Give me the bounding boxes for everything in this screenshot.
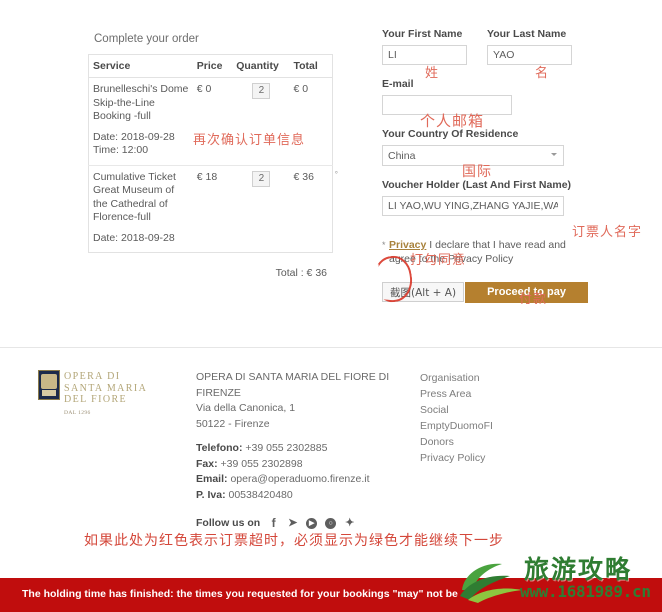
footer-link-privacy-policy[interactable]: Privacy Policy <box>420 450 493 466</box>
annotation-voucher: 订票人名字 <box>572 225 643 240</box>
annotation-last-name: 名 <box>535 66 550 81</box>
table-row: Cumulative Ticket Great Museum of the Ca… <box>88 164 338 253</box>
column-header-price: Price <box>192 54 233 78</box>
annotation-first-name: 姓 <box>425 66 440 81</box>
order-table: Service Price Quantity Total Brunellesch… <box>88 54 338 253</box>
annotation-country: 国际 <box>462 164 492 180</box>
row-total-value: € 0 <box>293 83 309 95</box>
column-header-quantity: Quantity <box>232 54 290 78</box>
annotation-confirm-order: 再次确认订单信息 <box>193 133 306 148</box>
footer-org-line-2: FIRENZE <box>196 386 241 399</box>
opera-duomo-logo: OPERA DI SANTA MARIA DEL FIORE DAL 1296 <box>38 370 147 419</box>
cell-service: Cumulative Ticket Great Museum of the Ca… <box>88 164 193 253</box>
cell-total: € 36 ° <box>289 164 338 253</box>
facebook-icon[interactable]: f <box>268 517 279 529</box>
table-header-row: Service Price Quantity Total <box>88 54 333 78</box>
annotation-pay: 付款 <box>519 292 548 307</box>
quantity-stepper[interactable]: 2 <box>252 83 271 99</box>
footer-links-list: Organisation Press Area Social EmptyDuom… <box>420 370 493 466</box>
footer-email-label: Email: <box>196 473 228 485</box>
column-header-service: Service <box>88 54 193 78</box>
country-group: Your Country Of Residence China <box>382 128 632 166</box>
footer-link-organisation[interactable]: Organisation <box>420 370 493 386</box>
table-row: Brunelleschi's Dome Skip-the-Line Bookin… <box>89 78 333 166</box>
annotation-privacy: 打勾同意 <box>410 253 467 268</box>
required-asterisk: * <box>382 240 386 250</box>
footer-fax-label: Fax: <box>196 457 218 470</box>
footer-fax-value: +39 055 2302898 <box>220 457 303 470</box>
service-date: Date: 2018-09-28 <box>93 231 175 244</box>
brand-line-2: SANTA MARIA <box>64 382 148 394</box>
footer-link-emptyduomofi[interactable]: EmptyDuomoFI <box>420 418 493 434</box>
youtube-icon[interactable]: ▶ <box>306 518 318 530</box>
holding-time-alert-banner: The holding time has finished: the times… <box>0 578 662 612</box>
footer-email-row: Email: opera@operaduomo.firenze.it <box>196 472 396 488</box>
cell-quantity: 2 <box>232 78 289 166</box>
pay-row: 截图(Alt + A) Proceed to pay <box>382 282 632 304</box>
last-name-group: Your Last Name <box>487 28 572 65</box>
footer-link-social[interactable]: Social <box>420 402 493 418</box>
service-name: Brunelleschi's Dome Skip-the-Line Bookin… <box>93 83 189 122</box>
cell-price: € 0 <box>196 83 212 95</box>
footer-address: Via della Canonica, 1 <box>196 402 296 414</box>
cell-quantity: 2 <box>232 164 290 253</box>
last-name-field[interactable] <box>487 45 572 65</box>
cell-service: Brunelleschi's Dome Skip-the-Line Bookin… <box>89 78 193 166</box>
row-total-value: € 36 <box>293 170 314 183</box>
voucher-holder-field[interactable] <box>382 196 564 216</box>
footer-email-value[interactable]: opera@operaduomo.firenze.it <box>230 473 369 485</box>
footer-fax-row: Fax: +39 055 2302898 <box>196 457 396 473</box>
footer-vat-value: 00538420480 <box>228 488 293 501</box>
email-label: E-mail <box>382 78 414 90</box>
voucher-label: Voucher Holder (Last And First Name) <box>382 179 572 191</box>
footer-phone-label: Telefono: <box>196 442 243 454</box>
twitter-icon[interactable]: ➤ <box>287 518 298 529</box>
quantity-stepper[interactable]: 2 <box>252 170 271 187</box>
flickr-icon[interactable]: ✦ <box>344 518 355 529</box>
cell-price: € 18 <box>192 164 233 253</box>
footer-link-donors[interactable]: Donors <box>420 434 493 450</box>
first-name-label: Your First Name <box>382 28 463 40</box>
order-grand-total: Total : € 36 <box>275 267 327 279</box>
cell-total: € 0 <box>289 78 332 166</box>
column-header-total: Total <box>289 54 333 78</box>
holding-time-alert-text: The holding time has finished: the times… <box>22 588 458 600</box>
brand-line-3: DEL FIORE <box>64 394 128 405</box>
footer-contact-block: OPERA DI SANTA MARIA DEL FIORE DI FIRENZ… <box>196 370 396 532</box>
brand-wordmark: OPERA DI SANTA MARIA DEL FIORE DAL 1296 <box>64 370 147 419</box>
brand-since-year: DAL 1296 <box>64 409 91 416</box>
brand-line-1: OPERA DI <box>64 371 121 382</box>
footer-phone-row: Telefono: +39 055 2302885 <box>196 441 396 457</box>
order-summary-title: Complete your order <box>94 33 199 45</box>
footer-city: 50122 - Firenze <box>196 417 270 430</box>
footer-org-line-1: OPERA DI SANTA MARIA DEL FIORE DI <box>196 371 390 383</box>
footer-phone-value: +39 055 2302885 <box>245 442 328 454</box>
name-row: Your First Name Your Last Name <box>382 28 632 65</box>
footer-vat-label: P. Iva: <box>196 488 226 501</box>
annotation-timeout-warning: 如果此处为红色表示订票超时，必须显示为绿色才能继续下一步 <box>84 533 504 549</box>
first-name-group: Your First Name <box>382 28 467 65</box>
annotation-email: 个人邮箱 <box>420 112 485 130</box>
instagram-icon[interactable]: ○ <box>325 518 337 530</box>
order-summary-panel: Complete your order Service Price Quanti… <box>88 33 338 279</box>
service-name: Cumulative Ticket Great Museum of the Ca… <box>93 170 176 224</box>
footer-link-press-area[interactable]: Press Area <box>420 386 493 402</box>
service-time: Time: 12:00 <box>93 144 149 156</box>
voucher-group: Voucher Holder (Last And First Name) <box>382 179 632 216</box>
crest-icon <box>38 370 60 400</box>
row-mark: ° <box>334 169 338 179</box>
service-date: Date: 2018-09-28 <box>93 130 175 143</box>
footer-vat-row: P. Iva: 00538420480 <box>196 488 396 504</box>
last-name-label: Your Last Name <box>487 28 567 40</box>
footer-divider <box>0 347 662 348</box>
